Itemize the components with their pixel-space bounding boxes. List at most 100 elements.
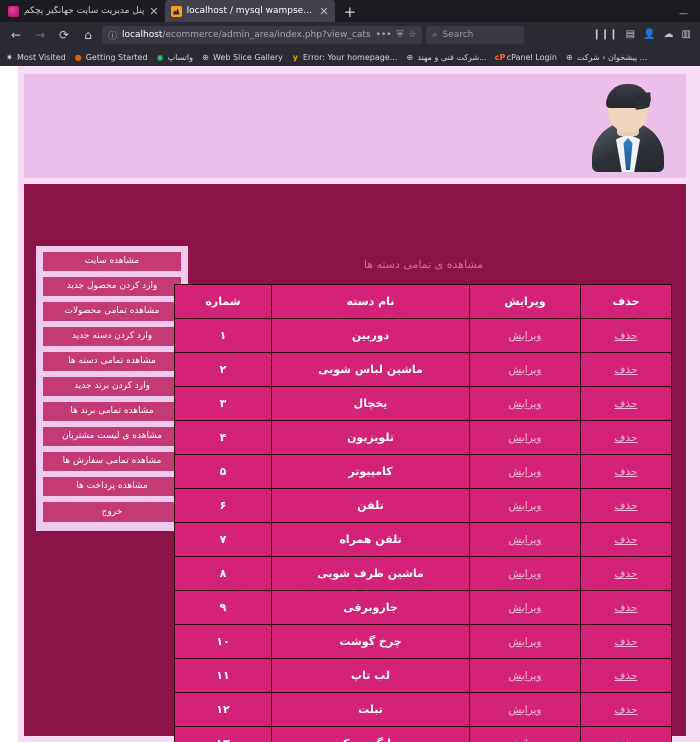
star-icon: ✷ (6, 52, 13, 62)
edit-link[interactable]: ویرایش (508, 738, 541, 742)
table-row: حذف ویرایش لب تاپ ۱۱ (174, 658, 672, 693)
edit-link[interactable]: ویرایش (508, 602, 541, 614)
table-row: حذف ویرایش ماشین لباس شویی ۲ (174, 352, 672, 387)
edit-link[interactable]: ویرایش (508, 432, 541, 444)
bookmark-error-homepage[interactable]: y Error: Your homepage... (291, 53, 398, 62)
account-icon[interactable]: 👤 (643, 30, 655, 40)
delete-link[interactable]: حذف (615, 704, 638, 716)
reload-button[interactable]: ⟳ (54, 25, 74, 45)
sidebar-item-add-brand[interactable]: وارد کردن برند جدید (43, 377, 181, 396)
bookmark-cpanel-login[interactable]: cP cPanel Login (495, 53, 557, 62)
cell-edit: ویرایش (469, 352, 581, 387)
delete-link[interactable]: حذف (615, 432, 638, 444)
table-header-row: حذف ویرایش نام دسته شماره (174, 284, 672, 319)
browser-tab-2[interactable]: localhost / mysql wampserver | ph ✕ (164, 0, 335, 22)
edit-link[interactable]: ویرایش (508, 466, 541, 478)
page-viewport: مشاهده سایت وارد کردن محصول جدید مشاهده … (0, 66, 700, 742)
sidebar-item-view-products[interactable]: مشاهده تمامی محصولات (43, 302, 181, 321)
sidebar-icon[interactable]: ▤ (626, 30, 635, 40)
sidebar-item-add-category[interactable]: وارد کردن دسته جدید (43, 327, 181, 346)
sidebar-item-view-payments[interactable]: مشاهده پرداخت ها (43, 477, 181, 496)
sidebar-item-logout[interactable]: خروج (43, 502, 181, 522)
bookmark-company-eng[interactable]: ⊕ شرکت فنی و مهند... (405, 53, 487, 62)
sidebar-item-view-site[interactable]: مشاهده سایت (43, 252, 181, 271)
cell-category-name: تبلت (271, 692, 470, 727)
delete-link[interactable]: حذف (615, 398, 638, 410)
bookmark-label: Web Slice Gallery (212, 52, 283, 62)
cell-edit: ویرایش (469, 624, 581, 659)
edit-link[interactable]: ویرایش (508, 398, 541, 410)
shield-icon[interactable]: ⛨ (397, 30, 404, 40)
cell-category-name: دوربین (271, 318, 470, 353)
cell-edit: ویرایش (469, 420, 581, 455)
cell-category-name: لب تاپ (271, 658, 470, 693)
library-icon[interactable]: ❙❙❙ (593, 30, 618, 40)
delete-link[interactable]: حذف (615, 602, 638, 614)
edit-link[interactable]: ویرایش (508, 670, 541, 682)
toolbar-icons: ❙❙❙ ▤ 👤 ☁ ▥ (593, 30, 695, 40)
globe-icon: ⊕ (566, 52, 573, 62)
edit-link[interactable]: ویرایش (508, 534, 541, 546)
cell-delete: حذف (580, 386, 672, 421)
edit-link[interactable]: ویرایش (508, 330, 541, 342)
table-row: حذف ویرایش تلفن ۶ (174, 488, 672, 523)
table-row: حذف ویرایش چرخ گوشت ۱۰ (174, 624, 672, 659)
column-header-number: شماره (174, 284, 272, 319)
delete-link[interactable]: حذف (615, 330, 638, 342)
forward-button[interactable]: → (30, 25, 50, 45)
new-tab-button[interactable]: + (335, 2, 366, 22)
home-button[interactable]: ⌂ (78, 25, 98, 45)
delete-link[interactable]: حذف (615, 500, 638, 512)
sidebar-item-add-product[interactable]: وارد کردن محصول جدید (43, 277, 181, 296)
edit-link[interactable]: ویرایش (508, 568, 541, 580)
cell-number: ۷ (174, 522, 272, 557)
bookmark-web-slice-gallery[interactable]: ⊕ Web Slice Gallery (201, 53, 283, 62)
sidebar-item-view-orders[interactable]: مشاهده تمامی سفارش ها (43, 452, 181, 471)
categories-table: حذف ویرایش نام دسته شماره حذف ویرایش دوربی… (174, 284, 672, 742)
bookmark-whatsapp[interactable]: ◉ واتساپ (156, 53, 193, 62)
back-button[interactable]: ← (6, 25, 26, 45)
admin-sidebar: مشاهده سایت وارد کردن محصول جدید مشاهده … (36, 246, 188, 531)
search-box[interactable]: ⌕ Search (426, 26, 525, 44)
reader-icon[interactable]: ▥ (682, 30, 691, 40)
address-bar[interactable]: ⓘ localhost/ecommerce/admin_area/index.p… (102, 26, 423, 44)
delete-link[interactable]: حذف (615, 466, 638, 478)
edit-link[interactable]: ویرایش (508, 636, 541, 648)
bookmark-most-visited[interactable]: ✷ Most Visited (5, 53, 66, 62)
mysql-icon (170, 5, 182, 17)
delete-link[interactable]: حذف (615, 670, 638, 682)
close-icon[interactable]: ✕ (319, 6, 328, 17)
delete-link[interactable]: حذف (615, 364, 638, 376)
page-actions-icon[interactable]: ••• (376, 30, 392, 40)
delete-link[interactable]: حذف (615, 738, 638, 742)
sidebar-item-view-customers[interactable]: مشاهده ی لیست مشتریان (43, 427, 181, 446)
window-controls[interactable]: — (679, 9, 700, 22)
edit-link[interactable]: ویرایش (508, 364, 541, 376)
cell-delete: حذف (580, 352, 672, 387)
delete-link[interactable]: حذف (615, 636, 638, 648)
site-info-icon[interactable]: ⓘ (108, 29, 117, 42)
sidebar-item-view-brands[interactable]: مشاهده تمامی برند ها (43, 402, 181, 421)
admin-content-area: مشاهده سایت وارد کردن محصول جدید مشاهده … (24, 184, 686, 742)
table-row: حذف ویرایش دوربین ۱ (174, 318, 672, 353)
browser-tab-1[interactable]: پنل مدیریت سایت جهانگیر پچکم ✕ (2, 0, 165, 22)
categories-table-body: حذف ویرایش دوربین ۱ حذف ویرایش ماشین لباس شویی… (174, 318, 672, 742)
cell-edit: ویرایش (469, 454, 581, 489)
cell-edit: ویرایش (469, 386, 581, 421)
bookmark-dashboard[interactable]: ⊕ پیشخوان ‹ شرکت ... (565, 53, 647, 62)
close-icon[interactable]: ✕ (149, 6, 158, 17)
pocket-icon[interactable]: ☁ (664, 30, 674, 40)
delete-link[interactable]: حذف (615, 568, 638, 580)
delete-link[interactable]: حذف (615, 534, 638, 546)
edit-link[interactable]: ویرایش (508, 704, 541, 716)
bookmark-getting-started[interactable]: ● Getting Started (74, 53, 148, 62)
cell-category-name: ماشین ظرف شویی (271, 556, 470, 591)
table-row: حذف ویرایش جاروبرقی ۹ (174, 590, 672, 625)
cell-edit: ویرایش (469, 658, 581, 693)
categories-card: مشاهده ی تمامی دسته ها حذف ویرایش نام دس… (174, 246, 672, 742)
cell-delete: حذف (580, 590, 672, 625)
edit-link[interactable]: ویرایش (508, 500, 541, 512)
cell-edit: ویرایش (469, 556, 581, 591)
sidebar-item-view-categories[interactable]: مشاهده تمامی دسته ها (43, 352, 181, 371)
bookmark-star-icon[interactable]: ☆ (408, 30, 416, 40)
